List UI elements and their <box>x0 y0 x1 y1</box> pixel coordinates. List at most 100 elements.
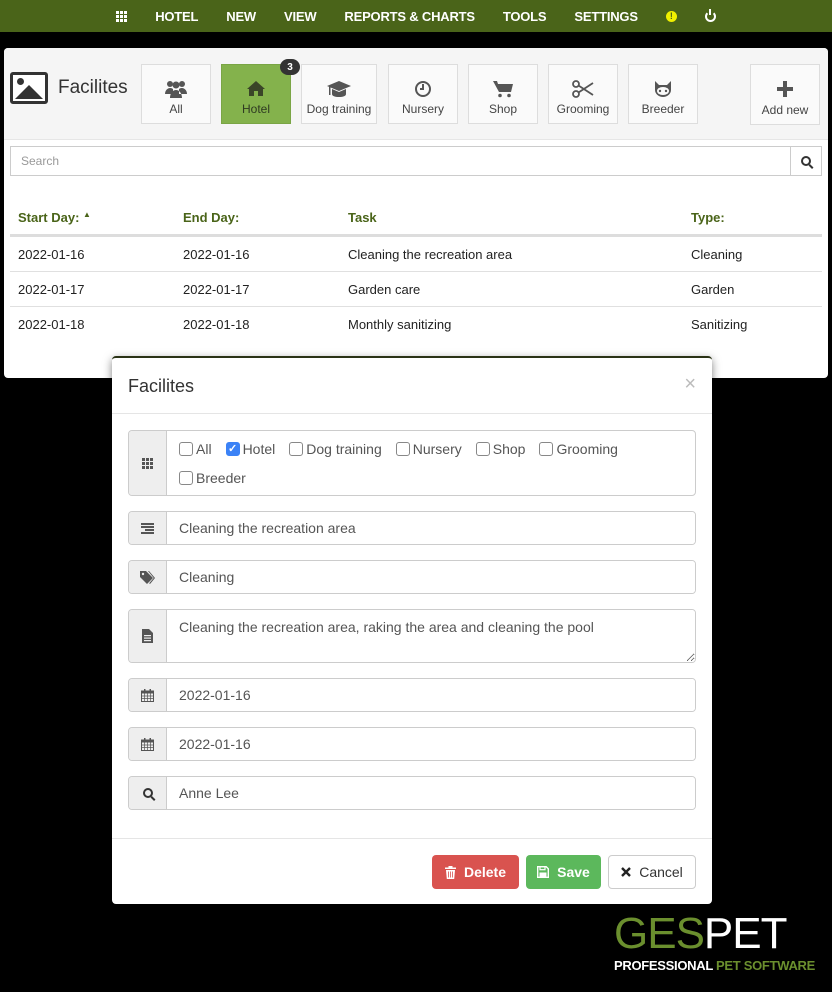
nav-settings[interactable]: SETTINGS <box>560 0 651 32</box>
type-addon <box>129 561 167 593</box>
checkbox-dog-training[interactable]: Dog training <box>289 438 382 459</box>
task-field-group <box>128 511 696 545</box>
trash-icon <box>444 865 456 879</box>
column-end-day[interactable]: End Day: <box>175 210 340 225</box>
category-grooming-button[interactable]: Grooming <box>548 64 618 124</box>
category-checkboxes: All ✓ Hotel Dog training Nursery Shop Gro… <box>167 431 695 495</box>
search-input[interactable] <box>10 146 790 176</box>
users-icon <box>165 80 187 98</box>
checkbox-box-checked[interactable]: ✓ <box>225 441 240 456</box>
category-nursery-button[interactable]: Nursery <box>388 64 458 124</box>
plus-icon <box>777 81 793 99</box>
modal-title: Facilites <box>128 376 195 396</box>
tags-icon <box>140 570 155 584</box>
checkbox-box[interactable] <box>289 441 304 456</box>
page-title-text: Facilites <box>58 77 128 98</box>
gespet-logo: GESPET PROFESSIONAL PET SOFTWARE <box>614 909 816 974</box>
sort-asc-icon: ▲ <box>83 210 91 219</box>
type-field-group <box>128 560 696 594</box>
close-icon <box>621 867 632 877</box>
modal-footer: Delete Save Cancel <box>112 838 712 904</box>
floppy-disk-icon <box>537 866 550 878</box>
column-type[interactable]: Type: <box>683 210 822 225</box>
person-field-group <box>128 776 696 810</box>
page-title: Facilites <box>10 72 128 104</box>
checkbox-box[interactable] <box>475 441 490 456</box>
cancel-button[interactable]: Cancel <box>608 855 696 889</box>
apps-menu-button[interactable] <box>102 0 141 32</box>
table-row[interactable]: 2022-01-17 2022-01-17 Garden care Garden <box>10 272 822 307</box>
close-icon[interactable]: × <box>684 374 696 394</box>
facility-edit-modal: Facilites × All ✓ Hotel Dog training Nurs… <box>112 356 712 904</box>
checkbox-hotel[interactable]: ✓ Hotel <box>225 438 275 459</box>
end-date-field-group <box>128 727 696 761</box>
nav-new[interactable]: NEW <box>212 0 270 32</box>
start-date-field-group <box>128 678 696 712</box>
checkbox-nursery[interactable]: Nursery <box>395 438 462 459</box>
search-button[interactable] <box>790 146 822 176</box>
calendar-icon <box>141 688 154 702</box>
graduation-cap-icon <box>327 80 351 98</box>
facilities-panel: Facilites All 3 Hotel Dog training Nurse… <box>4 48 828 378</box>
person-input[interactable] <box>167 777 695 809</box>
checkbox-box[interactable] <box>395 441 410 456</box>
start-date-input[interactable] <box>167 679 695 711</box>
add-new-button[interactable]: Add new <box>750 64 820 125</box>
grid-icon <box>142 457 153 469</box>
grid-icon <box>116 10 128 22</box>
search-bar <box>10 146 822 176</box>
facilities-table: Start Day: ▲ End Day: Task Type: 2022-01… <box>10 201 822 342</box>
alert-icon: ! <box>665 10 677 22</box>
search-icon <box>801 156 811 166</box>
column-task[interactable]: Task <box>340 210 683 225</box>
checkbox-shop[interactable]: Shop <box>475 438 525 459</box>
column-start-day[interactable]: Start Day: ▲ <box>10 210 175 225</box>
nav-tools[interactable]: TOOLS <box>489 0 561 32</box>
checkbox-breeder[interactable]: Breeder <box>179 467 246 488</box>
description-textarea[interactable]: Cleaning the recreation area, raking the… <box>167 610 695 662</box>
delete-button[interactable]: Delete <box>432 855 519 889</box>
scissors-icon <box>572 80 594 98</box>
category-checkbox-group: All ✓ Hotel Dog training Nursery Shop Gro… <box>128 430 696 496</box>
logout-button[interactable] <box>691 0 730 32</box>
checkbox-grooming[interactable]: Grooming <box>539 438 618 459</box>
person-addon <box>129 777 167 809</box>
category-addon <box>129 431 167 495</box>
nav-reports-charts[interactable]: REPORTS & CHARTS <box>330 0 488 32</box>
description-addon <box>129 610 167 662</box>
category-all-button[interactable]: All <box>141 64 211 124</box>
panel-header: Facilites All 3 Hotel Dog training Nurse… <box>4 48 828 176</box>
clock-icon <box>414 80 432 98</box>
calendar-icon <box>141 737 154 751</box>
nav-view[interactable]: VIEW <box>270 0 330 32</box>
end-date-addon <box>129 728 167 760</box>
table-row[interactable]: 2022-01-18 2022-01-18 Monthly sanitizing… <box>10 307 822 342</box>
list-icon <box>141 522 154 534</box>
power-icon <box>704 8 716 22</box>
category-shop-button[interactable]: Shop <box>468 64 538 124</box>
checkbox-box[interactable] <box>539 441 554 456</box>
cat-face-icon <box>653 80 673 98</box>
modal-header: Facilites × <box>112 358 712 414</box>
cart-icon <box>493 80 513 98</box>
category-dog-training-button[interactable]: Dog training <box>301 64 377 124</box>
category-breeder-button[interactable]: Breeder <box>628 64 698 124</box>
alerts-button[interactable]: ! <box>652 0 691 32</box>
table-header: Start Day: ▲ End Day: Task Type: <box>10 201 822 237</box>
table-row[interactable]: 2022-01-16 2022-01-16 Cleaning the recre… <box>10 237 822 272</box>
type-input[interactable] <box>167 561 695 593</box>
end-date-input[interactable] <box>167 728 695 760</box>
task-input[interactable] <box>167 512 695 544</box>
checkbox-box[interactable] <box>179 441 193 456</box>
save-button[interactable]: Save <box>526 855 601 889</box>
file-text-icon <box>142 629 153 643</box>
start-date-addon <box>129 679 167 711</box>
task-addon <box>129 512 167 544</box>
category-hotel-button[interactable]: 3 Hotel <box>221 59 300 124</box>
checkbox-all[interactable]: All <box>179 438 212 459</box>
nav-hotel[interactable]: HOTEL <box>141 0 212 32</box>
image-icon <box>10 72 48 104</box>
search-icon <box>142 788 153 798</box>
description-field-group: Cleaning the recreation area, raking the… <box>128 609 696 663</box>
checkbox-box[interactable] <box>179 470 193 485</box>
